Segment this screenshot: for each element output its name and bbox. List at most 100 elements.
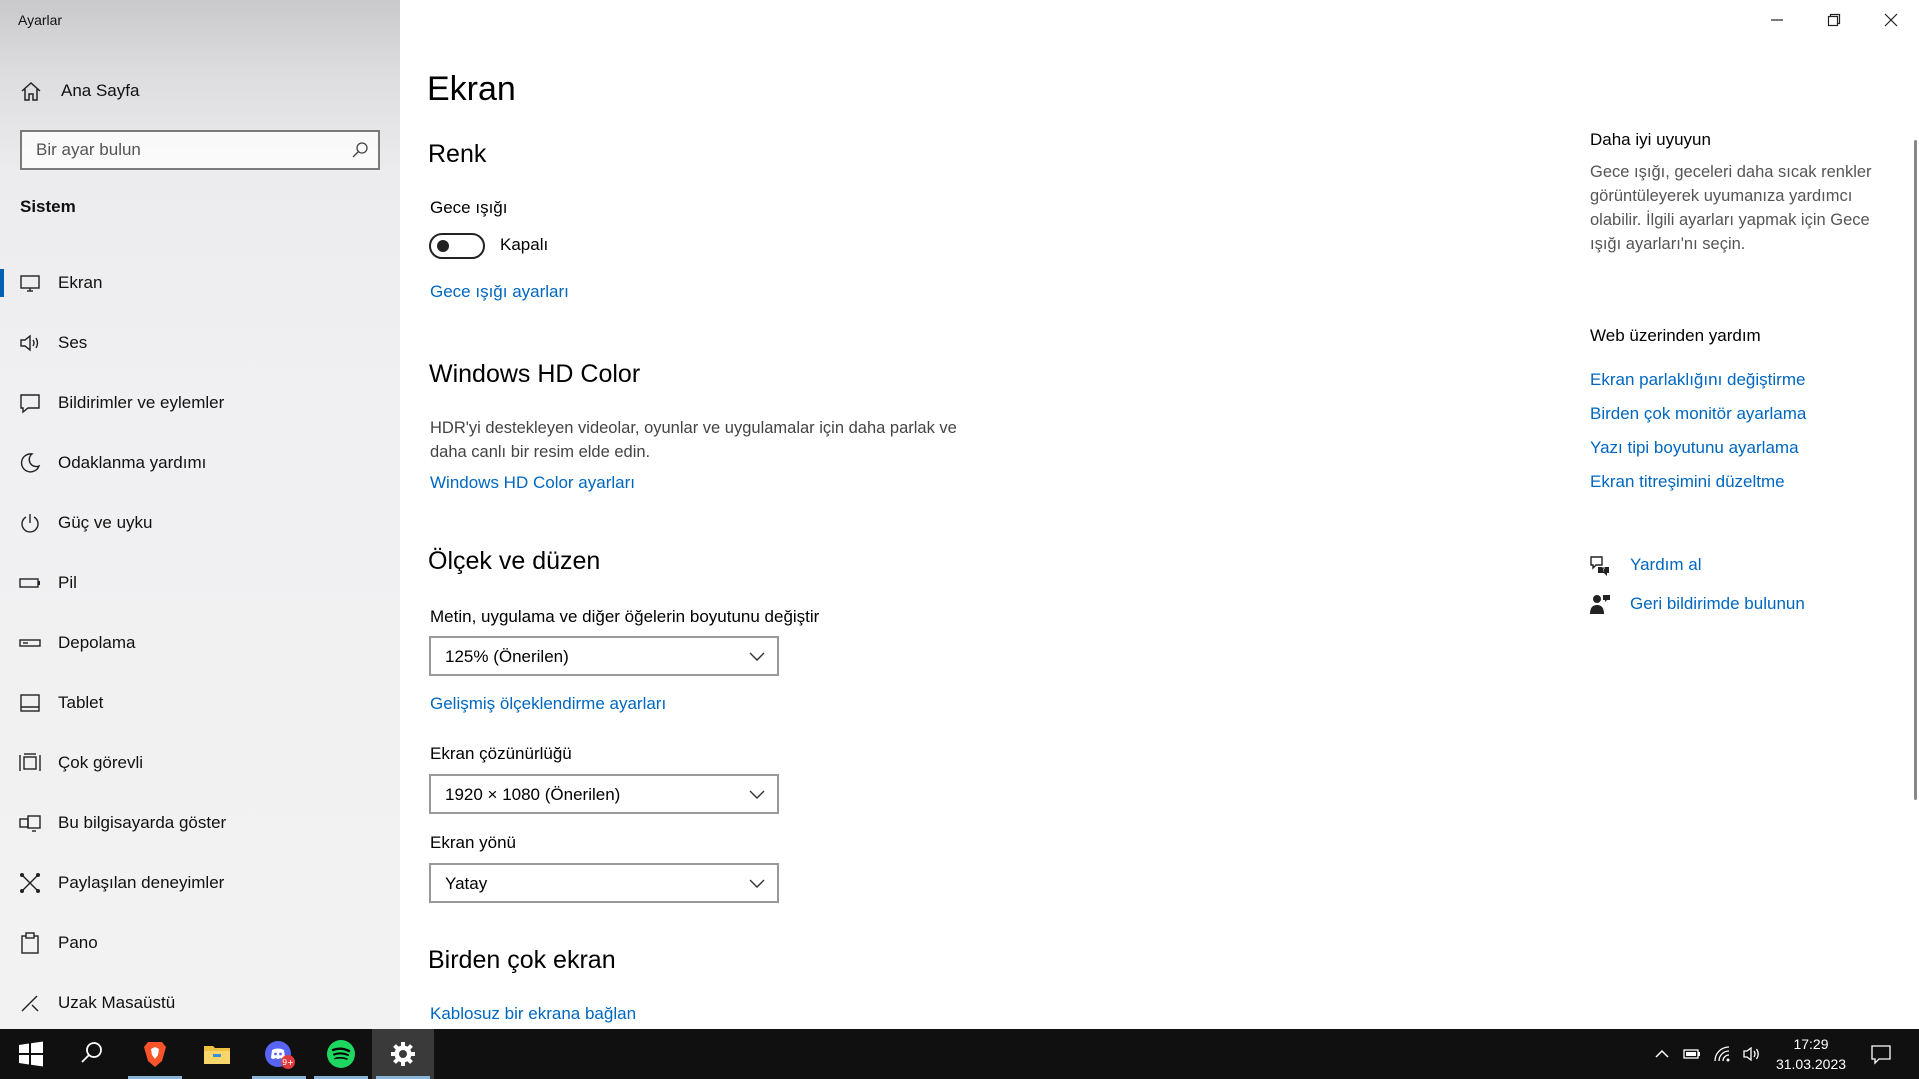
taskbar-file-explorer[interactable] <box>186 1029 248 1079</box>
file-explorer-icon <box>204 1046 230 1064</box>
scale-label: Metin, uygulama ve diğer öğelerin boyutu… <box>430 607 820 626</box>
resolution-dropdown[interactable]: 1920 × 1080 (Önerilen) <box>429 774 779 814</box>
orientation-label: Ekran yönü <box>430 833 516 852</box>
orientation-dropdown[interactable]: Yatay <box>429 863 779 903</box>
toggle-knob <box>437 240 449 252</box>
sleep-desc-line: olabilir. İlgili ayarları yapmak için Ge… <box>1590 211 1870 229</box>
remote-desktop-icon <box>21 995 39 1012</box>
taskbar-brave[interactable] <box>124 1029 186 1079</box>
discord-icon: 9+ <box>265 1041 295 1069</box>
restore-button[interactable] <box>1806 0 1862 40</box>
sidebar-item-battery[interactable]: Pil <box>0 559 400 607</box>
minimize-button[interactable] <box>1749 0 1805 40</box>
sidebar-item-label: Uzak Masaüstü <box>58 993 176 1012</box>
hd-color-settings-link[interactable]: Windows HD Color ayarları <box>430 473 635 493</box>
close-button[interactable] <box>1863 0 1919 40</box>
sidebar-item-display[interactable]: Ekran <box>0 259 400 307</box>
taskbar-settings[interactable] <box>372 1029 434 1079</box>
sidebar-item-label: Bildirimler ve eylemler <box>58 393 225 412</box>
home-label: Ana Sayfa <box>61 81 140 100</box>
scale-value: 125% (Önerilen) <box>445 647 569 666</box>
web-help-link[interactable]: Yazı tipi boyutunu ayarlama <box>1590 438 1799 458</box>
scrollbar[interactable] <box>1914 140 1917 800</box>
web-help-link[interactable]: Birden çok monitör ayarlama <box>1590 404 1806 424</box>
web-help-link[interactable]: Ekran parlaklığını değiştirme <box>1590 370 1805 390</box>
night-light-state: Kapalı <box>500 235 549 254</box>
feedback-link[interactable]: Geri bildirimde bulunun <box>1630 594 1805 614</box>
section-label-system: Sistem <box>20 197 76 216</box>
advanced-scaling-link[interactable]: Gelişmiş ölçeklendirme ayarları <box>430 694 666 714</box>
wireless-display-link[interactable]: Kablosuz bir ekrana bağlan <box>430 1004 636 1024</box>
get-help-link[interactable]: Yardım al <box>1630 555 1702 575</box>
sidebar-item-label: Tablet <box>58 693 104 712</box>
settings-search-box[interactable] <box>20 130 380 170</box>
taskbar-search-button[interactable] <box>62 1029 124 1079</box>
brave-icon <box>144 1042 166 1067</box>
web-help-heading: Web üzerinden yardım <box>1590 326 1761 345</box>
hd-color-desc-line2: daha canlı bir resim elde edin. <box>430 443 651 461</box>
sidebar-item-sound[interactable]: Ses <box>0 319 400 367</box>
projecting-icon <box>19 815 41 832</box>
battery-tray-icon[interactable] <box>1682 1044 1702 1064</box>
sidebar-item-focus-assist[interactable]: Odaklanma yardımı <box>0 439 400 487</box>
sidebar-item-label: Paylaşılan deneyimler <box>58 873 225 892</box>
sidebar-item-label: Güç ve uyku <box>58 513 153 532</box>
search-icon[interactable] <box>350 140 370 160</box>
storage-icon <box>19 639 41 647</box>
night-light-settings-link[interactable]: Gece ışığı ayarları <box>430 282 569 302</box>
sidebar-item-label: Odaklanma yardımı <box>58 453 207 472</box>
home-button[interactable]: Ana Sayfa <box>0 72 400 112</box>
resolution-label: Ekran çözünürlüğü <box>430 744 572 763</box>
search-input[interactable] <box>22 132 322 168</box>
sidebar-item-label: Bu bilgisayarda göster <box>58 813 227 832</box>
sleep-better-heading: Daha iyi uyuyun <box>1590 130 1711 149</box>
settings-icon <box>391 1042 415 1066</box>
power-icon <box>21 514 39 533</box>
scale-layout-heading: Ölçek ve düzen <box>428 547 601 575</box>
spotify-icon <box>327 1040 355 1068</box>
sidebar-item-notifications[interactable]: Bildirimler ve eylemler <box>0 379 400 427</box>
monitor-icon <box>20 275 40 292</box>
wifi-icon[interactable] <box>1712 1044 1732 1064</box>
sidebar-item-remote-desktop[interactable]: Uzak Masaüstü <box>0 979 400 1027</box>
sidebar-item-projecting[interactable]: Bu bilgisayarda göster <box>0 799 400 847</box>
sleep-desc-line: ışığı ayarları'nı seçin. <box>1590 235 1746 253</box>
taskbar-discord[interactable]: 9+ <box>248 1029 310 1079</box>
shared-experiences-icon <box>20 873 40 893</box>
web-help-link[interactable]: Ekran titreşimini düzeltme <box>1590 472 1785 492</box>
window-title: Ayarlar <box>18 12 63 28</box>
chevron-down-icon <box>749 879 765 888</box>
page-title: Ekran <box>427 70 516 108</box>
chevron-down-icon <box>749 652 765 661</box>
hd-color-heading: Windows HD Color <box>429 360 641 388</box>
action-center-icon[interactable] <box>1870 1043 1892 1065</box>
battery-icon <box>19 578 40 588</box>
show-hidden-icons-icon[interactable] <box>1652 1044 1672 1064</box>
sidebar-item-multitasking[interactable]: Çok görevli <box>0 739 400 787</box>
night-light-toggle[interactable] <box>429 233 485 259</box>
taskbar-clock[interactable]: 17:29 31.03.2023 <box>1768 1034 1854 1074</box>
sidebar-item-clipboard[interactable]: Pano <box>0 919 400 967</box>
restore-icon <box>1827 13 1841 27</box>
sidebar-item-label: Pil <box>58 573 77 592</box>
multitasking-icon <box>19 753 41 771</box>
feedback-icon <box>1590 595 1610 614</box>
scale-dropdown[interactable]: 125% (Önerilen) <box>429 636 779 676</box>
sidebar-item-power[interactable]: Güç ve uyku <box>0 499 400 547</box>
clock-time: 17:29 <box>1793 1036 1829 1052</box>
notification-icon <box>20 394 40 414</box>
sidebar-item-label: Pano <box>58 933 98 952</box>
sleep-desc-line: Gece ışığı, geceleri daha sıcak renkler <box>1590 163 1872 181</box>
sidebar-item-tablet[interactable]: Tablet <box>0 679 400 727</box>
start-button[interactable] <box>0 1029 62 1079</box>
close-icon <box>1884 13 1898 27</box>
hd-color-desc-line1: HDR'yi destekleyen videolar, oyunlar ve … <box>430 419 957 437</box>
sidebar-item-shared-experiences[interactable]: Paylaşılan deneyimler <box>0 859 400 907</box>
sidebar-item-label: Çok görevli <box>58 753 144 772</box>
taskbar-spotify[interactable] <box>310 1029 372 1079</box>
night-light-label: Gece ışığı <box>430 198 508 217</box>
sidebar-item-storage[interactable]: Depolama <box>0 619 400 667</box>
sleep-better-desc: Gece ışığı, geceleri daha sıcak renkler … <box>1590 160 1900 256</box>
sidebar: Ayarlar Ana Sayfa Sistem Ekran Ses <box>0 0 400 1029</box>
volume-icon[interactable] <box>1742 1044 1762 1064</box>
